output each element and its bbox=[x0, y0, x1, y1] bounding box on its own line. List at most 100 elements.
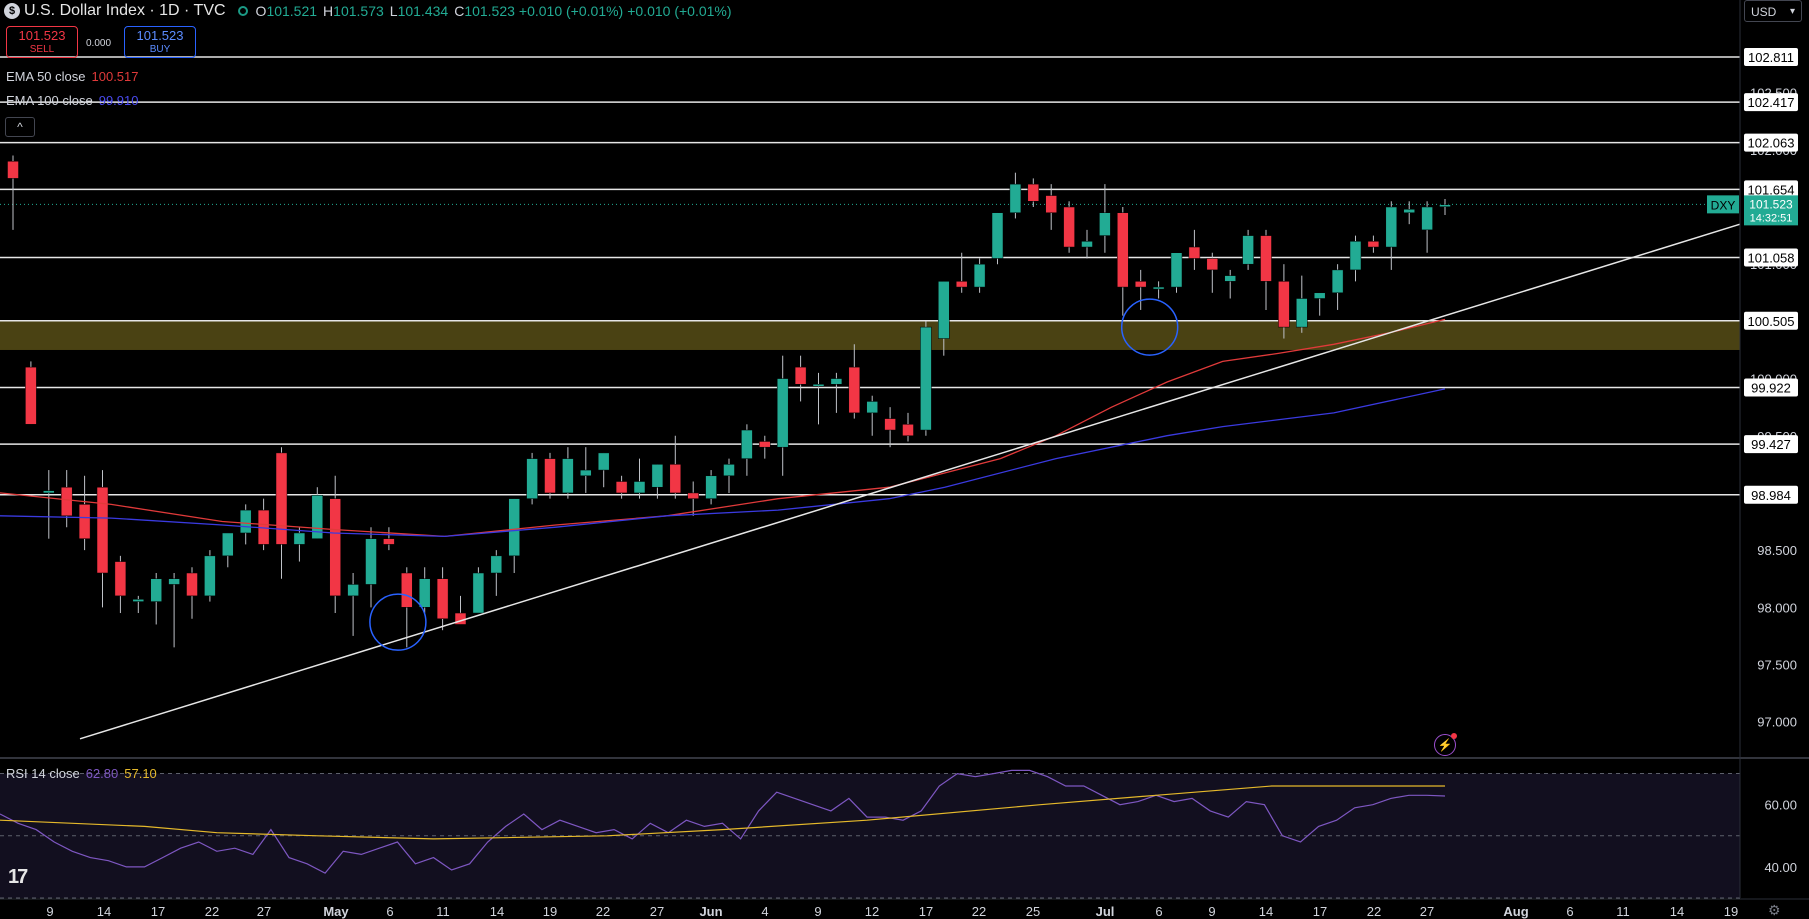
candle-body bbox=[43, 490, 55, 494]
candle-body bbox=[239, 509, 252, 534]
candle-body bbox=[955, 281, 968, 288]
candle-body bbox=[222, 532, 234, 557]
price-tick-label: 98.000 bbox=[1757, 600, 1797, 615]
candle-body bbox=[705, 475, 717, 499]
price-chart[interactable]: 102.500102.000101.500101.000100.500100.0… bbox=[0, 0, 1809, 919]
rsi-legend[interactable]: RSI 14 close 62.80 57.10 bbox=[6, 766, 157, 781]
candle-body bbox=[293, 532, 306, 545]
candle-body bbox=[114, 561, 127, 597]
close-label: C bbox=[454, 3, 465, 19]
chevron-down-icon: ▾ bbox=[1789, 6, 1795, 17]
open-value: 101.521 bbox=[266, 3, 318, 19]
candle-body bbox=[204, 555, 216, 597]
time-tick-label: 19 bbox=[543, 904, 557, 919]
ema100-line bbox=[0, 388, 1446, 538]
time-tick-label: 19 bbox=[1724, 904, 1738, 919]
candle-body bbox=[1206, 258, 1219, 271]
candle-body bbox=[329, 498, 341, 597]
ema50-legend[interactable]: EMA 50 close 100.517 bbox=[6, 69, 139, 84]
candle-body bbox=[1242, 235, 1254, 265]
candle-body bbox=[347, 584, 359, 597]
candle-body bbox=[132, 599, 145, 602]
ema50-line bbox=[0, 318, 1446, 538]
current-price-label: 101.523 bbox=[1749, 197, 1793, 211]
candle-body bbox=[526, 458, 538, 499]
candle-body bbox=[1349, 241, 1362, 271]
low-value: 101.434 bbox=[397, 3, 449, 19]
currency-selector[interactable]: USD ▾ bbox=[1744, 0, 1802, 22]
candle-body bbox=[1331, 269, 1344, 294]
time-tick-label: 17 bbox=[919, 904, 933, 919]
candle-body bbox=[1296, 298, 1308, 328]
time-tick-label: 6 bbox=[1566, 904, 1573, 919]
candle-body bbox=[78, 504, 91, 539]
candle-body bbox=[186, 572, 198, 597]
candle-body bbox=[776, 378, 789, 448]
sell-button[interactable]: 101.523 SELL bbox=[6, 26, 78, 58]
candle-body bbox=[1152, 286, 1165, 290]
notification-dot bbox=[1451, 733, 1457, 739]
time-tick-label: 27 bbox=[650, 904, 664, 919]
level-price-label: 102.811 bbox=[1748, 50, 1794, 65]
candle-body bbox=[1313, 292, 1326, 299]
candle-body bbox=[1081, 241, 1093, 248]
tradingview-logo[interactable]: 17 bbox=[8, 866, 28, 889]
time-tick-label: May bbox=[323, 904, 349, 919]
level-price-label: 102.417 bbox=[1748, 95, 1795, 110]
time-tick-label: 14 bbox=[97, 904, 111, 919]
low-label: L bbox=[389, 3, 398, 19]
candle-body bbox=[418, 578, 431, 608]
level-price-label: 102.063 bbox=[1748, 136, 1795, 151]
candle-body bbox=[866, 401, 878, 414]
candle-body bbox=[1403, 209, 1415, 213]
chart-stage[interactable]: 102.500102.000101.500101.000100.500100.0… bbox=[0, 0, 1809, 919]
sell-label: SELL bbox=[29, 44, 55, 55]
price-tick-label: 97.500 bbox=[1757, 658, 1797, 673]
candle-body bbox=[168, 578, 180, 585]
candle-body bbox=[1134, 281, 1147, 288]
change-value-2: +0.010 (+0.01%) bbox=[627, 3, 732, 19]
time-tick-label: 6 bbox=[386, 904, 393, 919]
candle-body bbox=[741, 429, 753, 459]
time-tick-label: 22 bbox=[1367, 904, 1381, 919]
time-tick-label: Aug bbox=[1503, 904, 1528, 919]
sell-price: 101.523 bbox=[18, 28, 66, 43]
candle-body bbox=[669, 464, 682, 494]
highlight-circle bbox=[369, 593, 427, 651]
collapse-legend-button[interactable]: ^ bbox=[5, 117, 35, 137]
time-tick-label: 14 bbox=[1259, 904, 1273, 919]
time-tick-label: 25 bbox=[1026, 904, 1040, 919]
candle-body bbox=[633, 481, 646, 494]
candle-body bbox=[991, 212, 1004, 259]
ema50-label: EMA 50 close bbox=[6, 69, 86, 84]
level-price-label: 100.505 bbox=[1748, 314, 1795, 329]
gear-icon[interactable]: ⚙ bbox=[1768, 902, 1781, 919]
buy-button[interactable]: 101.523 BUY bbox=[124, 26, 196, 58]
level-price-label: 98.984 bbox=[1751, 488, 1791, 503]
time-tick-label: 9 bbox=[1208, 904, 1215, 919]
candle-body bbox=[25, 366, 37, 425]
time-tick-label: 6 bbox=[1155, 904, 1162, 919]
candle-body bbox=[490, 555, 503, 574]
candle-body bbox=[436, 578, 449, 619]
trendline bbox=[79, 223, 1741, 740]
ema100-legend[interactable]: EMA 100 close 99.910 bbox=[6, 93, 138, 108]
symbol-title[interactable]: U.S. Dollar Index · 1D · TVC bbox=[24, 2, 226, 20]
candle-body bbox=[812, 384, 825, 387]
time-tick-label: Jul bbox=[1096, 904, 1115, 919]
countdown-label: 14:32:51 bbox=[1750, 212, 1793, 224]
candle-body bbox=[365, 538, 377, 585]
rsi-band bbox=[0, 773, 1740, 898]
candle-body bbox=[1063, 206, 1075, 248]
time-tick-label: 22 bbox=[972, 904, 986, 919]
candle-body bbox=[938, 281, 950, 339]
symbol-header: $ U.S. Dollar Index · 1D · TVC O 101.521 … bbox=[0, 0, 736, 22]
ema100-value: 99.910 bbox=[98, 93, 139, 108]
candle-body bbox=[973, 263, 986, 288]
currency-label: USD bbox=[1751, 5, 1777, 19]
time-tick-label: Jun bbox=[699, 904, 722, 919]
buy-label: BUY bbox=[149, 44, 171, 55]
time-tick-label: 12 bbox=[865, 904, 879, 919]
candle-body bbox=[1367, 241, 1380, 248]
lightning-icon[interactable]: ⚡ bbox=[1434, 733, 1457, 756]
